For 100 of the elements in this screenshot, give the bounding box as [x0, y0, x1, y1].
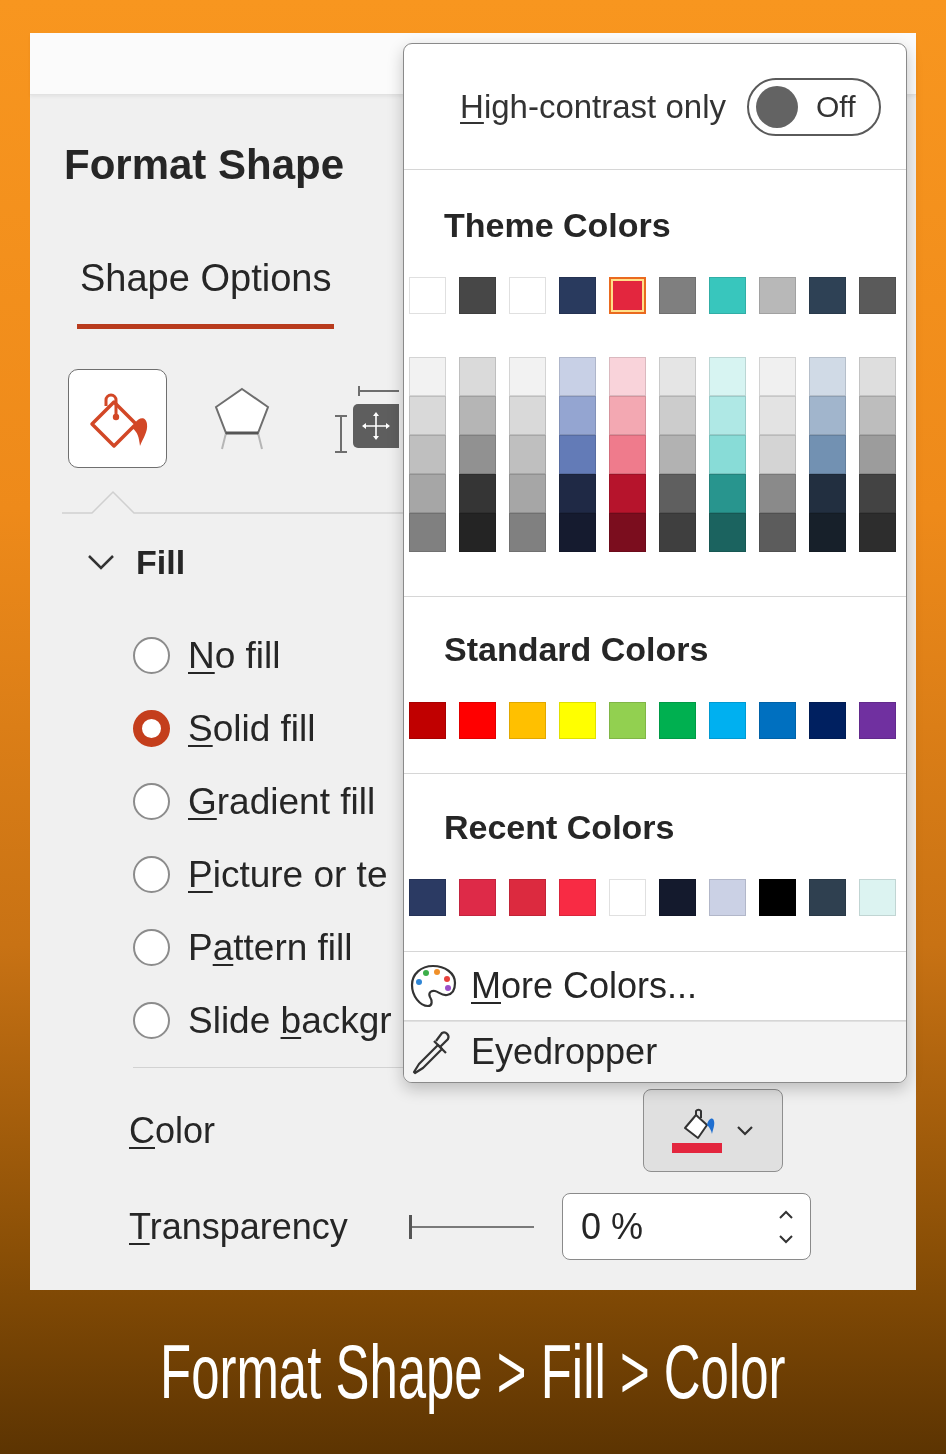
swatch-icon[interactable] — [409, 513, 446, 552]
slider-thumb[interactable] — [409, 1214, 412, 1239]
swatch-icon[interactable] — [559, 435, 596, 474]
swatch-icon[interactable] — [459, 277, 496, 314]
swatch-icon[interactable] — [609, 277, 646, 314]
swatch-icon[interactable] — [859, 277, 896, 314]
swatch-icon[interactable] — [409, 879, 446, 916]
swatch-icon[interactable] — [559, 513, 596, 552]
swatch-icon[interactable] — [759, 435, 796, 474]
swatch-icon[interactable] — [459, 513, 496, 552]
pentagon-icon[interactable] — [212, 386, 271, 451]
swatch-icon[interactable] — [859, 396, 896, 435]
swatch-icon[interactable] — [759, 879, 796, 916]
swatch-icon[interactable] — [509, 277, 546, 314]
swatch-icon[interactable] — [609, 435, 646, 474]
swatch-icon[interactable] — [759, 513, 796, 552]
spin-box[interactable]: 0 % — [562, 1193, 811, 1260]
radio-option[interactable]: Pattern fill — [133, 911, 392, 984]
tab[interactable]: Shape Options — [77, 259, 335, 329]
swatch-icon[interactable] — [559, 396, 596, 435]
chevron-down-icon — [87, 554, 115, 570]
swatch-icon[interactable] — [859, 513, 896, 552]
swatch-icon[interactable] — [709, 357, 746, 396]
swatch-icon[interactable] — [609, 513, 646, 552]
swatch-icon[interactable] — [859, 435, 896, 474]
swatch-icon[interactable] — [709, 396, 746, 435]
toggle-switch[interactable]: Off — [747, 77, 881, 136]
category-tab[interactable] — [68, 369, 167, 468]
size-position-icon[interactable] — [332, 383, 399, 454]
chevron-up-icon[interactable] — [778, 1209, 794, 1220]
chevron-down-icon[interactable] — [778, 1233, 794, 1244]
radio-option[interactable]: Solid fill — [133, 692, 392, 765]
swatch-icon[interactable] — [659, 879, 696, 916]
swatch-icon[interactable] — [809, 357, 846, 396]
swatch-icon[interactable] — [709, 702, 746, 739]
swatch-icon[interactable] — [809, 277, 846, 314]
swatch-icon[interactable] — [459, 879, 496, 916]
swatch-icon[interactable] — [609, 474, 646, 513]
section-header[interactable]: Fill — [87, 542, 186, 582]
swatch-icon[interactable] — [509, 357, 546, 396]
swatch-icon[interactable] — [759, 702, 796, 739]
swatch-icon[interactable] — [809, 435, 846, 474]
swatch-icon[interactable] — [809, 879, 846, 916]
swatch-icon[interactable] — [759, 474, 796, 513]
swatch-icon[interactable] — [459, 435, 496, 474]
swatch-icon[interactable] — [459, 357, 496, 396]
swatch-icon[interactable] — [659, 357, 696, 396]
swatch-icon[interactable] — [859, 879, 896, 916]
swatch-icon[interactable] — [709, 513, 746, 552]
swatch-icon[interactable] — [409, 357, 446, 396]
swatch-icon[interactable] — [609, 702, 646, 739]
swatch-icon[interactable] — [559, 357, 596, 396]
swatch-icon[interactable] — [409, 474, 446, 513]
swatch-icon[interactable] — [459, 396, 496, 435]
swatch-icon[interactable] — [859, 474, 896, 513]
swatch-icon[interactable] — [609, 357, 646, 396]
swatch-icon[interactable] — [859, 702, 896, 739]
swatch-icon[interactable] — [409, 702, 446, 739]
swatch-icon[interactable] — [409, 435, 446, 474]
radio-option[interactable]: Gradient fill — [133, 765, 392, 838]
radio-option[interactable]: Slide backgr — [133, 984, 392, 1057]
swatch-icon[interactable] — [559, 702, 596, 739]
swatch-icon[interactable] — [409, 396, 446, 435]
swatch-icon[interactable] — [759, 396, 796, 435]
swatch-icon[interactable] — [809, 702, 846, 739]
radio-option[interactable]: No fill — [133, 619, 392, 692]
swatch-icon[interactable] — [659, 702, 696, 739]
swatch-icon[interactable] — [559, 277, 596, 314]
swatch-icon[interactable] — [809, 474, 846, 513]
swatch-icon[interactable] — [809, 513, 846, 552]
swatch-icon[interactable] — [509, 435, 546, 474]
swatch-icon[interactable] — [759, 357, 796, 396]
menu-item[interactable]: Eyedropper — [404, 1021, 906, 1082]
swatch-icon[interactable] — [409, 277, 446, 314]
swatch-icon[interactable] — [559, 474, 596, 513]
swatch-icon[interactable] — [509, 474, 546, 513]
radio-option[interactable]: Picture or te — [133, 838, 392, 911]
swatch-icon[interactable] — [709, 435, 746, 474]
swatch-icon[interactable] — [459, 702, 496, 739]
swatch-icon[interactable] — [809, 396, 846, 435]
swatch-icon[interactable] — [459, 474, 496, 513]
swatch-icon[interactable] — [659, 474, 696, 513]
swatch-icon[interactable] — [709, 474, 746, 513]
swatch-icon[interactable] — [509, 396, 546, 435]
swatch-icon[interactable] — [509, 513, 546, 552]
swatch-icon[interactable] — [659, 513, 696, 552]
swatch-icon[interactable] — [859, 357, 896, 396]
caption: Format Shape > Fill > Color — [160, 1328, 786, 1416]
swatch-icon[interactable] — [609, 396, 646, 435]
swatch-icon[interactable] — [509, 702, 546, 739]
swatch-icon[interactable] — [659, 277, 696, 314]
swatch-icon[interactable] — [609, 879, 646, 916]
swatch-icon[interactable] — [759, 277, 796, 314]
swatch-icon[interactable] — [509, 879, 546, 916]
swatch-icon[interactable] — [659, 435, 696, 474]
swatch-icon[interactable] — [709, 277, 746, 314]
swatch-icon[interactable] — [709, 879, 746, 916]
swatch-icon[interactable] — [659, 396, 696, 435]
color-button[interactable] — [643, 1089, 783, 1172]
swatch-icon[interactable] — [559, 879, 596, 916]
